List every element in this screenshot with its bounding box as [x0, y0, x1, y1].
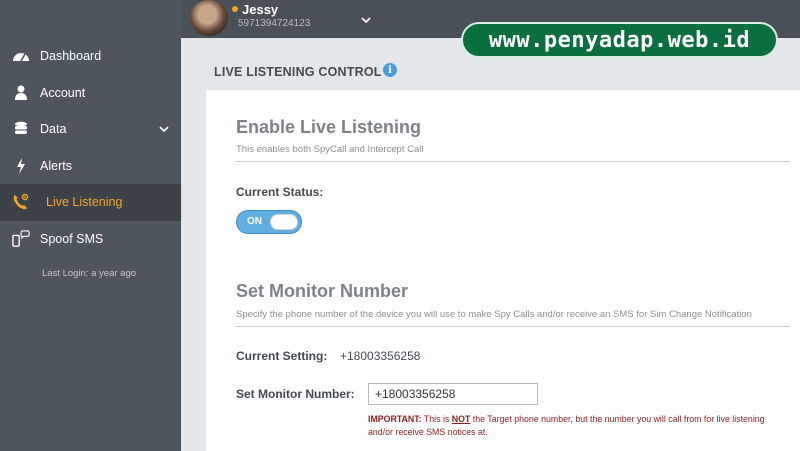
sidebar-nav: Dashboard Account Data Alerts Live Liste… — [0, 38, 181, 257]
set-monitor-number-label: Set Monitor Number: — [236, 387, 355, 401]
sidebar-item-dashboard[interactable]: Dashboard — [0, 38, 181, 75]
important-not: NOT — [451, 414, 471, 424]
lightning-icon — [12, 157, 30, 175]
sidebar-item-label: Account — [40, 85, 86, 100]
important-prefix: IMPORTANT: — [368, 414, 422, 424]
sidebar-item-label: Alerts — [40, 158, 72, 173]
info-icon[interactable]: i — [383, 63, 397, 77]
chevron-down-icon[interactable] — [158, 123, 170, 135]
chevron-down-icon[interactable] — [360, 14, 372, 26]
phone-chat-icon — [12, 230, 30, 248]
monitor-number-input[interactable] — [368, 383, 538, 405]
phone-waves-icon — [12, 193, 30, 211]
live-listening-toggle[interactable]: ON — [236, 210, 302, 234]
monitor-section-subtitle: Specify the phone number of the device y… — [236, 309, 752, 320]
current-setting-label: Current Setting: — [236, 349, 328, 363]
last-login-text: Last Login: a year ago — [42, 268, 137, 279]
watermark-banner: www.penyadap.web.id — [461, 22, 778, 58]
sidebar-item-label: Spoof SMS — [40, 231, 104, 246]
monitor-section-title: Set Monitor Number — [236, 281, 409, 301]
toggle-state-text: ON — [247, 216, 262, 227]
current-status-label: Current Status: — [236, 185, 324, 199]
user-phone-number: 5971394724123 — [238, 18, 311, 29]
current-setting-value: +18003356258 — [340, 349, 421, 363]
section-divider — [236, 326, 789, 327]
important-note: IMPORTANT: This is NOT the Target phone … — [368, 413, 788, 439]
sidebar-item-label: Data — [40, 122, 67, 137]
online-status-dot — [232, 6, 238, 12]
sidebar-item-spoof-sms[interactable]: Spoof SMS — [0, 221, 181, 258]
live-listening-card: Enable Live Listening This enables both … — [206, 90, 800, 451]
user-name: Jessy — [242, 2, 279, 17]
avatar[interactable] — [190, 0, 228, 36]
sidebar-item-label: Live Listening — [46, 195, 123, 210]
page-title: LIVE LISTENING CONTROL — [214, 65, 382, 79]
toggle-knob — [270, 214, 298, 230]
dashboard-gauge-icon — [12, 47, 30, 65]
enable-section-subtitle: This enables both SpyCall and Intercept … — [236, 144, 424, 155]
sidebar-item-alerts[interactable]: Alerts — [0, 148, 181, 185]
sidebar-item-data[interactable]: Data — [0, 111, 181, 148]
database-icon — [12, 120, 30, 138]
sidebar-item-label: Dashboard — [40, 49, 102, 64]
sidebar-item-live-listening[interactable]: Live Listening — [0, 184, 181, 221]
important-text-1: This is — [423, 414, 450, 424]
enable-section-title: Enable Live Listening — [236, 117, 422, 137]
section-divider — [236, 161, 789, 162]
sidebar-item-account[interactable]: Account — [0, 75, 181, 112]
user-icon — [12, 84, 30, 102]
